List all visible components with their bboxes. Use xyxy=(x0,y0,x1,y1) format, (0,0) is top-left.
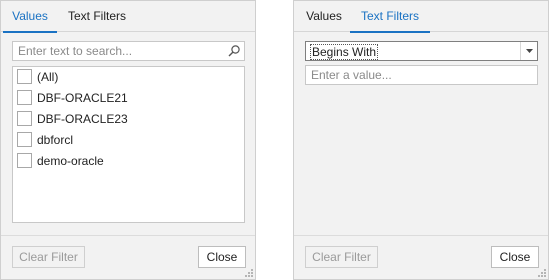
list-item[interactable]: demo-oracle xyxy=(13,152,244,173)
search-input[interactable] xyxy=(13,42,223,60)
tab-text-filters[interactable]: Text Filters xyxy=(61,1,133,32)
list-item-label: demo-oracle xyxy=(37,154,104,168)
list-item-label: DBF-ORACLE23 xyxy=(37,112,128,126)
tab-text-filters-label: Text Filters xyxy=(67,9,126,23)
close-button[interactable]: Close xyxy=(491,246,539,268)
operator-selected-value: Begins With xyxy=(310,44,379,60)
footer-divider xyxy=(294,235,548,236)
list-item[interactable]: DBF-ORACLE23 xyxy=(13,110,244,131)
list-item[interactable]: dbforcl xyxy=(13,131,244,152)
tab-text-filters[interactable]: Text Filters xyxy=(350,1,430,33)
list-item-label: DBF-ORACLE21 xyxy=(37,91,128,105)
filter-value-input[interactable] xyxy=(306,66,537,84)
tab-text-filters-label: Text Filters xyxy=(360,9,419,23)
checkbox[interactable] xyxy=(17,153,32,168)
clear-filter-button[interactable]: Clear Filter xyxy=(12,246,85,268)
list-item-label: (All) xyxy=(37,70,59,84)
checkbox[interactable] xyxy=(17,111,32,126)
list-item[interactable]: (All) xyxy=(13,68,244,89)
active-tab-underline xyxy=(3,31,57,33)
tab-values[interactable]: Values xyxy=(302,1,346,32)
checkbox[interactable] xyxy=(17,90,32,105)
tab-values[interactable]: Values xyxy=(3,1,57,33)
close-button[interactable]: Close xyxy=(198,246,246,268)
text-filters-panel: Values Text Filters Begins With Clear Fi… xyxy=(293,0,549,280)
tab-values-label: Values xyxy=(12,9,48,23)
tab-values-label: Values xyxy=(306,9,342,23)
clear-filter-button[interactable]: Clear Filter xyxy=(305,246,378,268)
values-list: (All) DBF-ORACLE21 DBF-ORACLE23 dbforcl … xyxy=(12,66,245,223)
search-icon[interactable] xyxy=(227,44,241,58)
chevron-down-icon xyxy=(526,49,533,53)
resize-grip-icon[interactable] xyxy=(245,269,253,277)
operator-select[interactable]: Begins With xyxy=(305,41,538,61)
active-tab-underline xyxy=(350,31,430,33)
values-filter-panel: Values Text Filters (All) DBF-ORACLE21 D… xyxy=(0,0,256,280)
resize-grip-icon[interactable] xyxy=(538,269,546,277)
dropdown-button[interactable] xyxy=(520,42,537,60)
checkbox[interactable] xyxy=(17,132,32,147)
filter-tab-strip: Values Text Filters xyxy=(1,1,255,33)
value-box xyxy=(305,65,538,85)
filter-tab-strip: Values Text Filters xyxy=(294,1,548,33)
checkbox[interactable] xyxy=(17,69,32,84)
list-item-label: dbforcl xyxy=(37,133,74,147)
footer-divider xyxy=(1,235,255,236)
list-item[interactable]: DBF-ORACLE21 xyxy=(13,89,244,110)
search-box xyxy=(12,41,245,61)
